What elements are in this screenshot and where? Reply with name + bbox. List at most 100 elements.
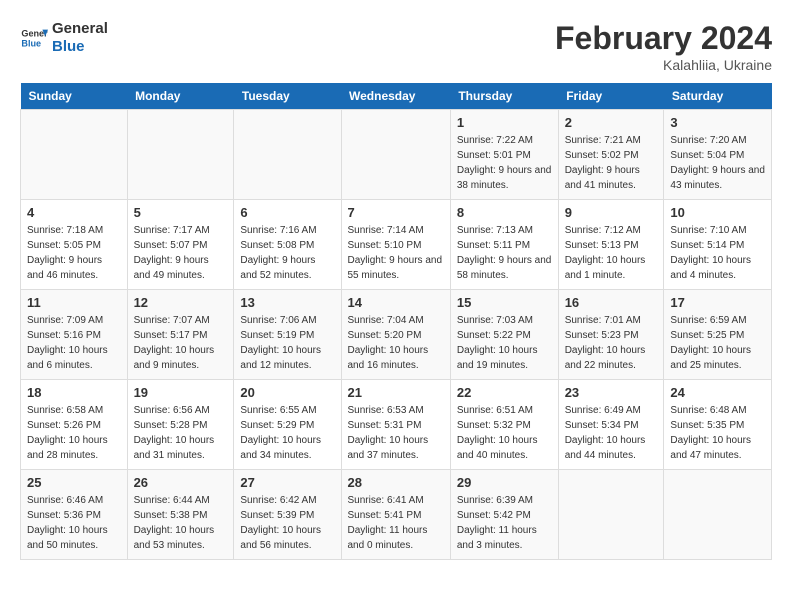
day-info-line: Daylight: 10 hours and 12 minutes.	[240, 343, 334, 373]
logo-icon: General Blue	[20, 24, 48, 52]
day-number: 27	[240, 475, 334, 490]
day-info-line: Sunrise: 7:22 AM	[457, 133, 552, 148]
day-number: 5	[134, 205, 228, 220]
calendar-cell: 12Sunrise: 7:07 AMSunset: 5:17 PMDayligh…	[127, 290, 234, 380]
day-info-line: Daylight: 10 hours and 47 minutes.	[670, 433, 765, 463]
day-number: 14	[348, 295, 444, 310]
calendar-week-row: 4Sunrise: 7:18 AMSunset: 5:05 PMDaylight…	[21, 200, 772, 290]
day-info-line: Daylight: 10 hours and 6 minutes.	[27, 343, 121, 373]
day-info-line: Sunset: 5:25 PM	[670, 328, 765, 343]
calendar-cell: 24Sunrise: 6:48 AMSunset: 5:35 PMDayligh…	[664, 380, 772, 470]
day-number: 8	[457, 205, 552, 220]
calendar-cell: 19Sunrise: 6:56 AMSunset: 5:28 PMDayligh…	[127, 380, 234, 470]
day-info-line: Daylight: 10 hours and 28 minutes.	[27, 433, 121, 463]
calendar-table: SundayMondayTuesdayWednesdayThursdayFrid…	[20, 83, 772, 560]
day-number: 22	[457, 385, 552, 400]
day-header-tuesday: Tuesday	[234, 83, 341, 110]
calendar-cell: 11Sunrise: 7:09 AMSunset: 5:16 PMDayligh…	[21, 290, 128, 380]
calendar-cell: 1Sunrise: 7:22 AMSunset: 5:01 PMDaylight…	[450, 110, 558, 200]
day-info-line: Sunrise: 7:20 AM	[670, 133, 765, 148]
day-info-line: Daylight: 11 hours and 0 minutes.	[348, 523, 444, 553]
calendar-cell: 29Sunrise: 6:39 AMSunset: 5:42 PMDayligh…	[450, 470, 558, 560]
day-info-line: Daylight: 9 hours and 41 minutes.	[565, 163, 658, 193]
day-info-line: Sunset: 5:36 PM	[27, 508, 121, 523]
day-info-line: Daylight: 10 hours and 44 minutes.	[565, 433, 658, 463]
day-info-line: Sunrise: 7:18 AM	[27, 223, 121, 238]
calendar-cell: 20Sunrise: 6:55 AMSunset: 5:29 PMDayligh…	[234, 380, 341, 470]
calendar-cell: 21 Sunrise: 6:53 AMSunset: 5:31 PMDayligh…	[341, 380, 450, 470]
day-number: 10	[670, 205, 765, 220]
logo-text-general: General	[52, 20, 108, 38]
day-number: 13	[240, 295, 334, 310]
calendar-cell: 5Sunrise: 7:17 AMSunset: 5:07 PMDaylight…	[127, 200, 234, 290]
day-info-line: Sunset: 5:17 PM	[134, 328, 228, 343]
day-number: 21	[348, 385, 444, 400]
day-number: 28	[348, 475, 444, 490]
day-info-line: Daylight: 10 hours and 56 minutes.	[240, 523, 334, 553]
day-number: 11	[27, 295, 121, 310]
calendar-cell	[664, 470, 772, 560]
day-info-line: Sunrise: 6:56 AM	[134, 403, 228, 418]
calendar-week-row: 11Sunrise: 7:09 AMSunset: 5:16 PMDayligh…	[21, 290, 772, 380]
day-info-line: Daylight: 9 hours and 58 minutes.	[457, 253, 552, 283]
day-info-line: Sunrise: 7:09 AM	[27, 313, 121, 328]
day-info-line: Daylight: 10 hours and 4 minutes.	[670, 253, 765, 283]
calendar-cell: 8Sunrise: 7:13 AMSunset: 5:11 PMDaylight…	[450, 200, 558, 290]
day-info-line: Sunrise: 6:51 AM	[457, 403, 552, 418]
day-number: 3	[670, 115, 765, 130]
day-number: 12	[134, 295, 228, 310]
day-info-line: Daylight: 9 hours and 46 minutes.	[27, 253, 121, 283]
day-info-line: Sunrise: 6:58 AM	[27, 403, 121, 418]
calendar-cell: 25Sunrise: 6:46 AMSunset: 5:36 PMDayligh…	[21, 470, 128, 560]
day-info-line: Sunrise: 6:39 AM	[457, 493, 552, 508]
day-info-line: Sunset: 5:22 PM	[457, 328, 552, 343]
calendar-cell: 27Sunrise: 6:42 AMSunset: 5:39 PMDayligh…	[234, 470, 341, 560]
day-number: 26	[134, 475, 228, 490]
day-header-sunday: Sunday	[21, 83, 128, 110]
day-info-line: Daylight: 9 hours and 55 minutes.	[348, 253, 444, 283]
day-info-line: Daylight: 9 hours and 38 minutes.	[457, 163, 552, 193]
calendar-cell: 23Sunrise: 6:49 AMSunset: 5:34 PMDayligh…	[558, 380, 664, 470]
day-info-line: Sunrise: 7:14 AM	[348, 223, 444, 238]
day-header-wednesday: Wednesday	[341, 83, 450, 110]
day-info-line: Sunset: 5:28 PM	[134, 418, 228, 433]
day-info-line: Daylight: 9 hours and 49 minutes.	[134, 253, 228, 283]
day-info-line: Sunset: 5:04 PM	[670, 148, 765, 163]
day-info-line: Sunset: 5:42 PM	[457, 508, 552, 523]
day-info-line: Sunset: 5:34 PM	[565, 418, 658, 433]
day-info-line: Sunset: 5:10 PM	[348, 238, 444, 253]
calendar-cell: 2Sunrise: 7:21 AMSunset: 5:02 PMDaylight…	[558, 110, 664, 200]
day-info-line: Sunrise: 6:59 AM	[670, 313, 765, 328]
day-number: 20	[240, 385, 334, 400]
day-number: 2	[565, 115, 658, 130]
calendar-cell	[341, 110, 450, 200]
day-header-friday: Friday	[558, 83, 664, 110]
calendar-week-row: 1Sunrise: 7:22 AMSunset: 5:01 PMDaylight…	[21, 110, 772, 200]
day-info-line: Sunrise: 7:13 AM	[457, 223, 552, 238]
day-info-line: Sunrise: 7:01 AM	[565, 313, 658, 328]
day-info-line: Sunset: 5:29 PM	[240, 418, 334, 433]
day-info-line: Daylight: 10 hours and 9 minutes.	[134, 343, 228, 373]
day-info-line: Sunrise: 6:49 AM	[565, 403, 658, 418]
calendar-cell: 13Sunrise: 7:06 AMSunset: 5:19 PMDayligh…	[234, 290, 341, 380]
day-info-line: Daylight: 10 hours and 34 minutes.	[240, 433, 334, 463]
day-info-line: Daylight: 10 hours and 37 minutes.	[348, 433, 444, 463]
day-info-line: Sunrise: 6:48 AM	[670, 403, 765, 418]
day-info-line: Sunrise: 6:41 AM	[348, 493, 444, 508]
day-info-line: Daylight: 10 hours and 31 minutes.	[134, 433, 228, 463]
calendar-cell: 14Sunrise: 7:04 AMSunset: 5:20 PMDayligh…	[341, 290, 450, 380]
day-info-line: Sunset: 5:07 PM	[134, 238, 228, 253]
calendar-cell: 3 Sunrise: 7:20 AMSunset: 5:04 PMDaylight…	[664, 110, 772, 200]
calendar-body: 1Sunrise: 7:22 AMSunset: 5:01 PMDaylight…	[21, 110, 772, 560]
day-info-line: Sunset: 5:31 PM	[348, 418, 444, 433]
day-number: 29	[457, 475, 552, 490]
day-info-line: Sunrise: 7:21 AM	[565, 133, 658, 148]
day-info-line: Daylight: 9 hours and 43 minutes.	[670, 163, 765, 193]
day-info-line: Sunset: 5:41 PM	[348, 508, 444, 523]
calendar-cell	[234, 110, 341, 200]
calendar-cell: 28 Sunrise: 6:41 AMSunset: 5:41 PMDayligh…	[341, 470, 450, 560]
day-info-line: Sunset: 5:23 PM	[565, 328, 658, 343]
day-number: 1	[457, 115, 552, 130]
calendar-cell: 16Sunrise: 7:01 AMSunset: 5:23 PMDayligh…	[558, 290, 664, 380]
day-info-line: Sunrise: 6:53 AM	[348, 403, 444, 418]
